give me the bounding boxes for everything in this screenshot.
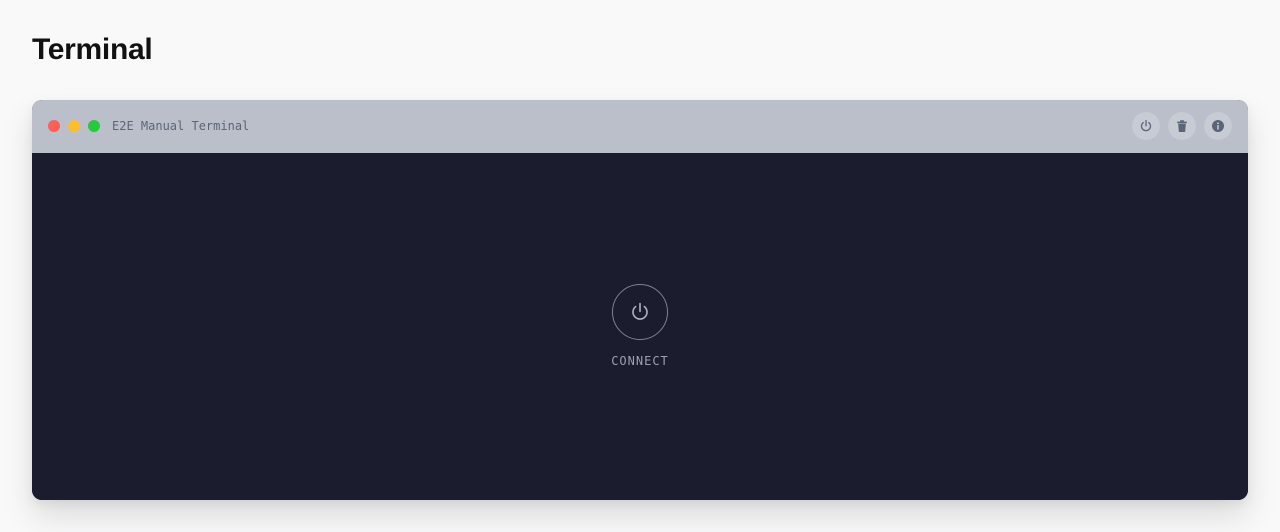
connect-label: CONNECT [611,354,669,368]
power-icon [1140,119,1152,132]
power-button[interactable] [1132,112,1160,140]
info-icon [1212,120,1224,132]
terminal-titlebar: E2E Manual Terminal [32,100,1248,153]
connect-button[interactable] [612,284,668,340]
power-icon [632,302,648,320]
terminal-body[interactable]: CONNECT [32,153,1248,500]
info-button[interactable] [1204,112,1232,140]
maximize-window-dot[interactable] [88,120,100,132]
terminal-window-title: E2E Manual Terminal [112,119,250,133]
clear-button[interactable] [1168,112,1196,140]
minimize-window-dot[interactable] [68,120,80,132]
trash-icon [1177,120,1187,132]
page-title: Terminal [32,33,153,66]
close-window-dot[interactable] [48,120,60,132]
terminal-window: E2E Manual Terminal CONNECT [32,100,1248,500]
